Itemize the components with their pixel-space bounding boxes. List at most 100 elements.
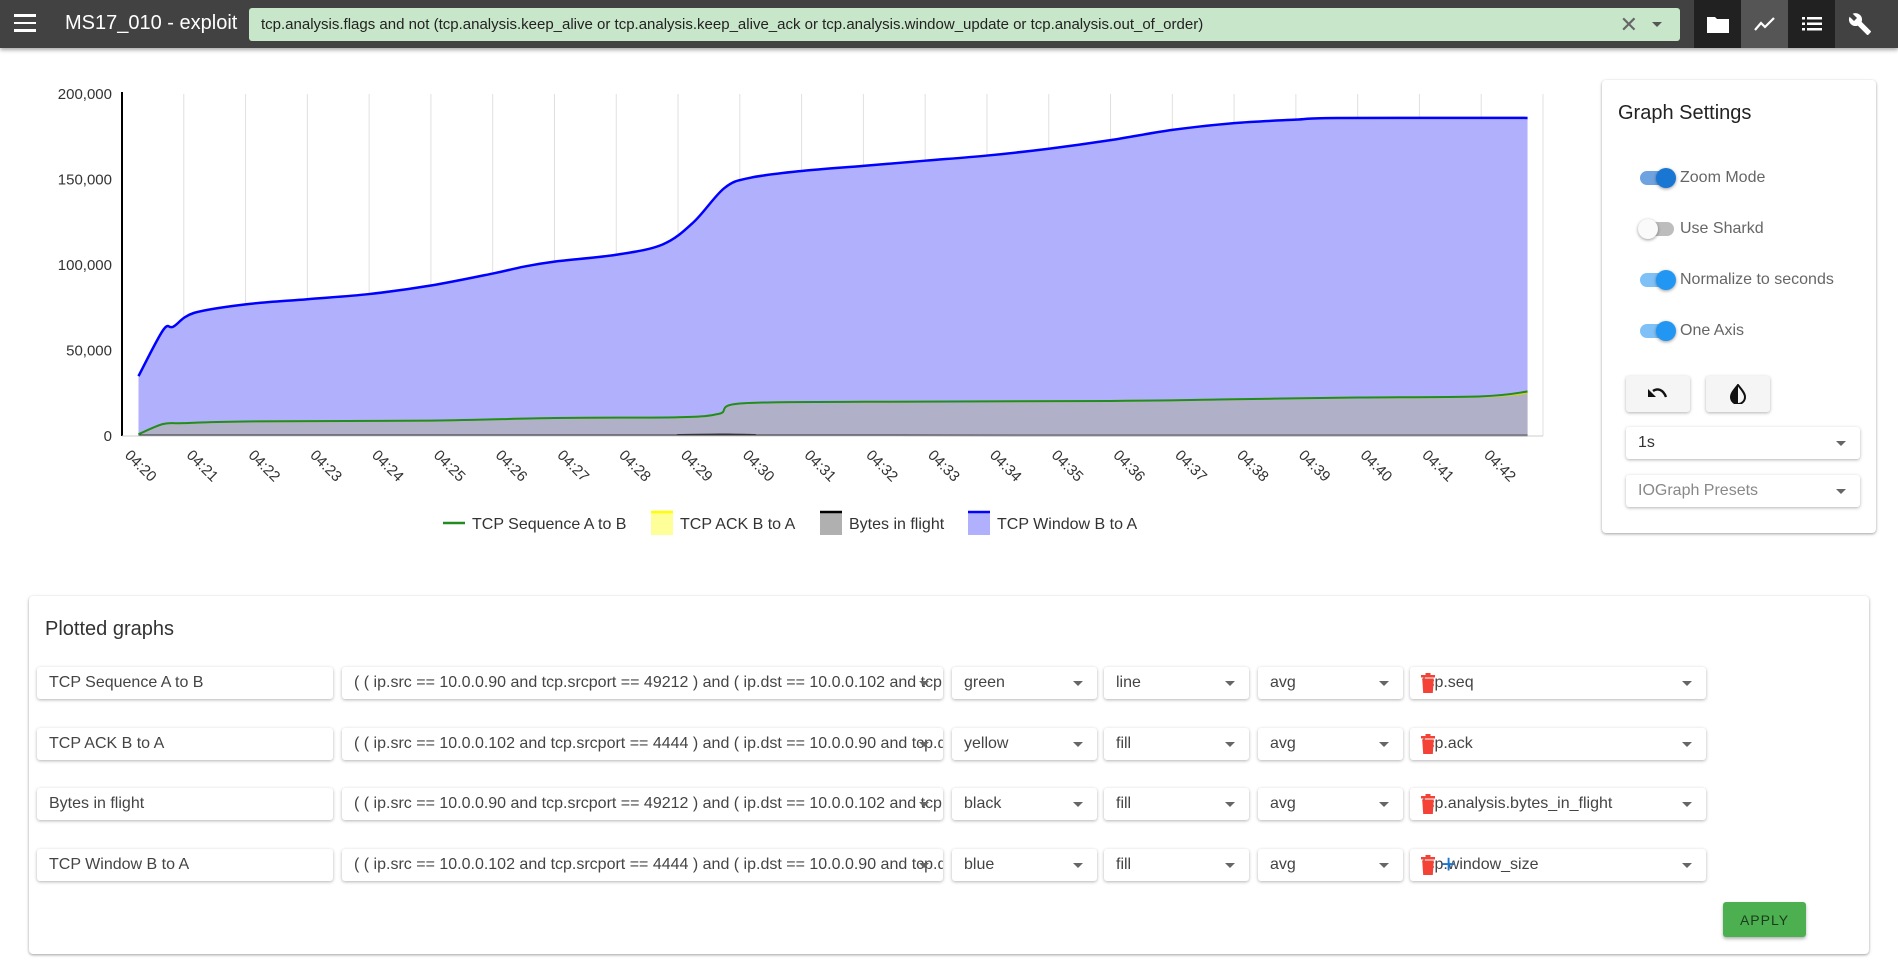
interval-value: 1s: [1638, 434, 1655, 451]
io-graph-button[interactable]: [1741, 0, 1788, 48]
x-tick-label: 04:39: [1295, 447, 1334, 486]
field-select[interactable]: tcp.analysis.bytes_in_flight: [1410, 788, 1706, 820]
style-select[interactable]: line: [1104, 667, 1249, 699]
chevron-down-icon: [1225, 802, 1235, 807]
toggle-label: One Axis: [1680, 322, 1745, 339]
plus-icon[interactable]: +: [1441, 851, 1456, 877]
toggle-knob[interactable]: [1656, 168, 1676, 188]
color-select[interactable]: black: [952, 788, 1097, 820]
color-select[interactable]: blue: [952, 848, 1097, 881]
toggle-one-axis[interactable]: One Axis: [1640, 319, 1744, 343]
filter-value: ( ( ip.src == 10.0.0.90 and tcp.srcport …: [354, 674, 943, 691]
close-icon[interactable]: ✕: [1620, 8, 1638, 41]
chevron-down-icon: [919, 681, 929, 686]
display-filter-input[interactable]: tcp.analysis.flags and not (tcp.analysis…: [249, 8, 1680, 41]
filter-select[interactable]: ( ( ip.src == 10.0.0.90 and tcp.srcport …: [342, 667, 943, 699]
toggle-track[interactable]: [1640, 321, 1676, 341]
filter-select[interactable]: ( ( ip.src == 10.0.0.90 and tcp.srcport …: [342, 788, 943, 820]
legend-entry[interactable]: Bytes in flight: [849, 516, 945, 533]
contrast-icon: [1729, 384, 1747, 404]
name-value: TCP Sequence A to B: [49, 674, 204, 691]
chevron-down-icon: [919, 741, 929, 747]
trash-icon[interactable]: [1421, 733, 1435, 754]
style-select[interactable]: fill: [1104, 788, 1249, 820]
name-input[interactable]: TCP ACK B to A: [37, 727, 333, 760]
color-select[interactable]: green: [952, 667, 1097, 699]
method-select[interactable]: avg: [1258, 788, 1403, 820]
settings-button[interactable]: [1836, 0, 1883, 48]
interval-select[interactable]: 1s: [1626, 427, 1860, 459]
chevron-down-icon: [1225, 741, 1235, 747]
color-value: black: [964, 795, 1002, 812]
apply-button[interactable]: APPLY: [1723, 902, 1806, 937]
x-tick-label: 04:28: [615, 447, 654, 486]
method-select[interactable]: avg: [1258, 848, 1403, 881]
presets-select[interactable]: IOGraph Presets: [1626, 475, 1860, 507]
field-select[interactable]: tcp.ack: [1410, 727, 1706, 760]
chevron-down-icon[interactable]: [1652, 22, 1662, 27]
chevron-down-icon: [1225, 681, 1235, 686]
field-value: tcp.analysis.bytes_in_flight: [1422, 795, 1613, 812]
field-select[interactable]: tcp.seq: [1410, 667, 1706, 699]
chevron-down-icon: [1379, 802, 1389, 807]
method-value: avg: [1270, 674, 1296, 691]
color-select[interactable]: yellow: [952, 727, 1097, 760]
chevron-down-icon: [1073, 862, 1083, 868]
filter-value: ( ( ip.src == 10.0.0.102 and tcp.srcport…: [354, 734, 943, 752]
field-value: tcp.window_size: [1422, 855, 1539, 873]
toggle-use-sharkd[interactable]: Use Sharkd: [1638, 217, 1764, 241]
style-value: fill: [1116, 855, 1132, 873]
x-tick-label: 04:35: [1048, 447, 1087, 486]
menu-icon[interactable]: [14, 14, 36, 32]
toggle-track[interactable]: [1640, 270, 1676, 290]
toggle-knob[interactable]: [1656, 321, 1676, 341]
legend-entry[interactable]: TCP ACK B to A: [680, 516, 796, 533]
chevron-down-icon: [1836, 489, 1846, 494]
name-input[interactable]: TCP Sequence A to B: [37, 667, 333, 699]
toggle-knob[interactable]: [1638, 219, 1658, 239]
open-file-button[interactable]: [1694, 0, 1741, 48]
name-input[interactable]: Bytes in flight: [37, 788, 333, 820]
method-select[interactable]: avg: [1258, 667, 1403, 699]
undo-zoom-button[interactable]: [1626, 376, 1690, 412]
x-tick-label: 04:23: [307, 447, 346, 486]
x-tick-label: 04:33: [924, 447, 963, 486]
undo-icon: [1648, 388, 1668, 398]
trash-icon[interactable]: [1421, 673, 1435, 693]
list-icon: [1801, 17, 1822, 31]
x-tick-label: 04:27: [554, 447, 593, 486]
filter-select[interactable]: ( ( ip.src == 10.0.0.102 and tcp.srcport…: [342, 727, 943, 760]
color-value: blue: [964, 855, 995, 873]
toggle-track[interactable]: [1638, 219, 1674, 239]
toggle-knob[interactable]: [1656, 270, 1676, 290]
name-value: Bytes in flight: [49, 795, 145, 812]
name-value: TCP ACK B to A: [49, 734, 165, 752]
toggle-theme-button[interactable]: [1706, 376, 1770, 412]
trash-icon[interactable]: [1421, 854, 1435, 875]
style-select[interactable]: fill: [1104, 727, 1249, 760]
style-select[interactable]: fill: [1104, 848, 1249, 881]
name-input[interactable]: TCP Window B to A: [37, 848, 333, 881]
toggle-zoom-mode[interactable]: Zoom Mode: [1640, 166, 1765, 190]
chevron-down-icon: [1379, 862, 1389, 868]
method-select[interactable]: avg: [1258, 727, 1403, 760]
trash-icon[interactable]: [1421, 794, 1435, 814]
toggle-track[interactable]: [1640, 168, 1676, 188]
x-tick-label: 04:36: [1110, 447, 1149, 486]
y-tick-label: 100,000: [58, 257, 112, 274]
filter-select[interactable]: ( ( ip.src == 10.0.0.102 and tcp.srcport…: [342, 848, 943, 881]
io-graph-chart[interactable]: 0 50,000 100,000 150,000 200,000 04:20 04:21 04…: [0, 60, 1590, 560]
plotted-graphs-title: Plotted graphs: [45, 618, 174, 640]
toggle-normalize-to-seconds[interactable]: Normalize to seconds: [1640, 268, 1834, 292]
packet-list-button[interactable]: [1788, 0, 1835, 48]
filter-text: tcp.analysis.flags and not (tcp.analysis…: [261, 16, 1204, 33]
chart-icon: [1753, 17, 1775, 31]
chevron-down-icon: [919, 802, 929, 807]
legend-entry[interactable]: TCP Window B to A: [997, 516, 1138, 533]
y-tick-label: 200,000: [58, 86, 112, 103]
x-tick-label: 04:31: [801, 447, 840, 486]
filter-value: ( ( ip.src == 10.0.0.90 and tcp.srcport …: [354, 795, 943, 812]
legend-entry[interactable]: TCP Sequence A to B: [472, 516, 626, 533]
chevron-down-icon: [1682, 741, 1692, 747]
chevron-down-icon: [1836, 441, 1846, 446]
